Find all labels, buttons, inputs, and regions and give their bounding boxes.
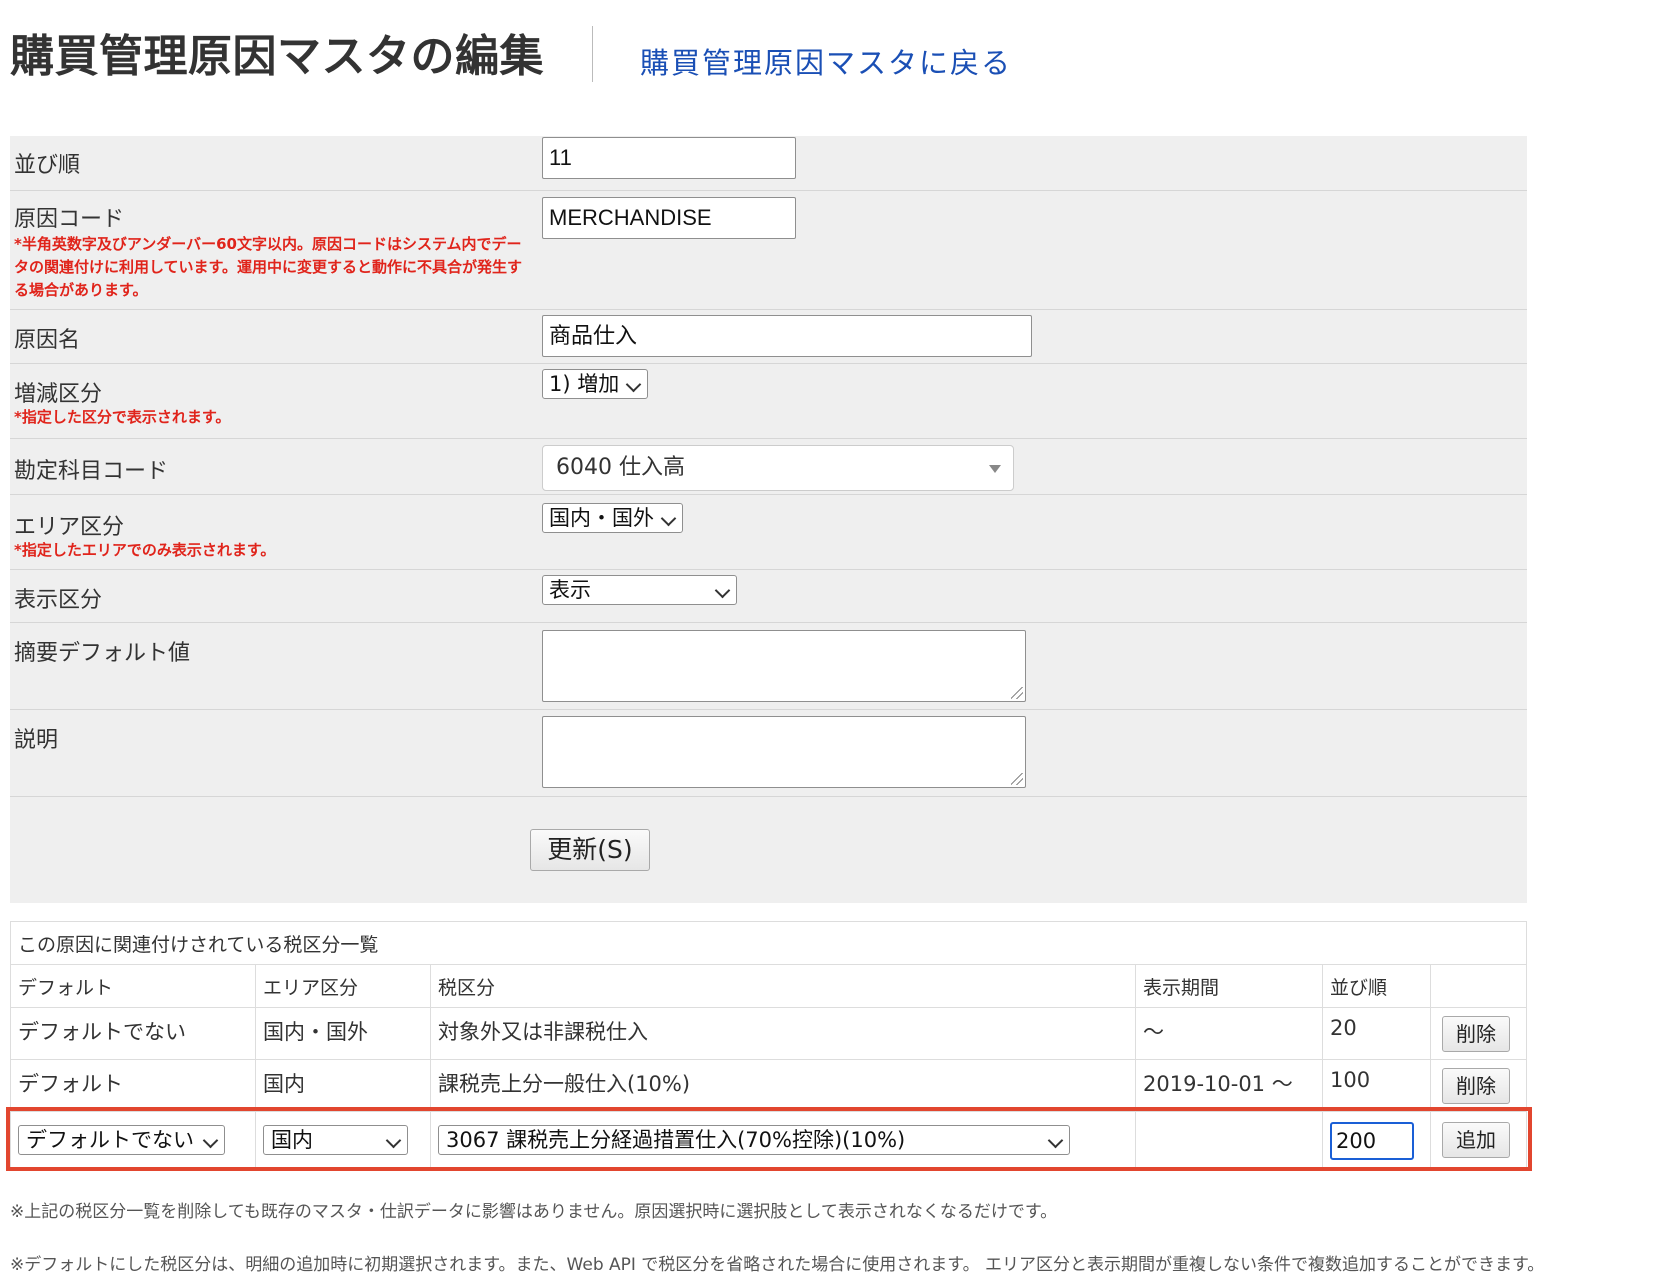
resize-grip-icon[interactable] — [1011, 773, 1023, 785]
summary-default-label: 摘要デフォルト値 — [14, 641, 191, 666]
description-label: 説明 — [14, 728, 59, 753]
change-type-value: 1) 増加 — [549, 372, 620, 396]
cell-period: 〜 — [1135, 1007, 1323, 1060]
area-label: エリア区分 — [14, 515, 125, 540]
cell-area: 国内・国外 — [255, 1007, 431, 1060]
reason-code-input[interactable]: MERCHANDISE — [542, 197, 796, 239]
cell-order: 20 — [1322, 1007, 1431, 1060]
account-code-value: 6040 仕入高 — [556, 455, 685, 480]
display-select[interactable]: 表示 — [542, 575, 737, 605]
footnote-default: ※デフォルトにした税区分は、明細の追加時に初期選択されます。また、Web API… — [10, 1255, 1545, 1275]
cell-tax: 課税売上分一般仕入(10%) — [430, 1059, 1136, 1112]
delete-button[interactable]: 削除 — [1442, 1016, 1510, 1052]
edit-form: 並び順 11 原因コード *半角英数字及びアンダーバー60文字以内。原因コードは… — [10, 136, 1527, 903]
account-code-label: 勘定科目コード — [14, 459, 169, 484]
change-type-label: 増減区分 — [14, 382, 103, 407]
row-reason-code: 原因コード *半角英数字及びアンダーバー60文字以内。原因コードはシステム内でデ… — [10, 191, 1527, 310]
chevron-down-icon — [625, 376, 642, 393]
cell-order: 100 — [1322, 1059, 1431, 1112]
cell-default: デフォルトでない — [10, 1007, 256, 1060]
row-display: 表示区分 表示 — [10, 570, 1527, 623]
table-header-row: デフォルト エリア区分 税区分 表示期間 並び順 — [10, 964, 1527, 1008]
header-divider — [592, 26, 593, 82]
row-summary-default: 摘要デフォルト値 — [10, 623, 1527, 710]
col-header-default: デフォルト — [10, 964, 256, 1008]
row-description: 説明 — [10, 710, 1527, 797]
sort-order-label: 並び順 — [14, 153, 81, 178]
page-title: 購買管理原因マスタの編集 — [10, 31, 544, 82]
account-code-combobox[interactable]: 6040 仕入高 — [542, 445, 1014, 491]
row-change-type: 増減区分 *指定した区分で表示されます。 1) 増加 — [10, 364, 1527, 439]
change-type-note: *指定した区分で表示されます。 — [14, 408, 231, 426]
col-header-period: 表示期間 — [1135, 964, 1323, 1008]
cell-default: デフォルト — [10, 1059, 256, 1112]
back-to-list-link[interactable]: 購買管理原因マスタに戻る — [640, 40, 1012, 82]
cell-tax: 対象外又は非課税仕入 — [430, 1007, 1136, 1060]
row-area: エリア区分 *指定したエリアでのみ表示されます。 国内・国外 — [10, 495, 1527, 570]
summary-default-textarea[interactable] — [542, 630, 1026, 702]
table-caption-row: この原因に関連付けされている税区分一覧 — [10, 921, 1527, 965]
row-reason-name: 原因名 商品仕入 — [10, 310, 1527, 364]
reason-name-label: 原因名 — [14, 328, 81, 353]
cell-period: 2019-10-01 〜 — [1135, 1059, 1323, 1112]
footnote-delete: ※上記の税区分一覧を削除しても既存のマスタ・仕訳データに影響はありません。原因選… — [10, 1202, 1058, 1222]
display-label: 表示区分 — [14, 588, 103, 613]
table-row: デフォルト 国内 課税売上分一般仕入(10%) 2019-10-01 〜 100… — [10, 1059, 1527, 1112]
delete-button[interactable]: 削除 — [1442, 1068, 1510, 1104]
cell-area: 国内 — [255, 1059, 431, 1112]
reason-code-label: 原因コード — [14, 207, 125, 232]
area-note: *指定したエリアでのみ表示されます。 — [14, 541, 276, 559]
col-header-order: 並び順 — [1322, 964, 1431, 1008]
page-header: 購買管理原因マスタの編集 — [10, 22, 544, 82]
chevron-down-icon — [714, 582, 731, 599]
cell-action: 削除 — [1430, 1007, 1527, 1060]
description-textarea[interactable] — [542, 716, 1026, 788]
col-header-action — [1430, 964, 1527, 1008]
col-header-tax: 税区分 — [430, 964, 1136, 1008]
cell-action: 削除 — [1430, 1059, 1527, 1112]
new-row-highlight — [6, 1107, 1532, 1171]
resize-grip-icon[interactable] — [1011, 687, 1023, 699]
area-value: 国内・国外 — [549, 506, 654, 530]
reason-code-note: *半角英数字及びアンダーバー60文字以内。原因コードはシステム内でデータの関連付… — [14, 235, 523, 299]
row-sort-order: 並び順 11 — [10, 136, 1527, 191]
area-select[interactable]: 国内・国外 — [542, 503, 683, 533]
update-button[interactable]: 更新(S) — [530, 829, 650, 871]
sort-order-input[interactable]: 11 — [542, 137, 796, 179]
reason-name-input[interactable]: 商品仕入 — [542, 315, 1032, 357]
col-header-area: エリア区分 — [255, 964, 431, 1008]
row-submit: 更新(S) — [10, 797, 1527, 903]
change-type-select[interactable]: 1) 増加 — [542, 369, 649, 399]
row-account-code: 勘定科目コード 6040 仕入高 — [10, 439, 1527, 495]
table-row: デフォルトでない 国内・国外 対象外又は非課税仕入 〜 20 削除 — [10, 1007, 1527, 1060]
chevron-down-icon — [660, 510, 677, 527]
dropdown-arrow-icon — [989, 465, 1001, 473]
display-value: 表示 — [549, 578, 591, 602]
table-caption: この原因に関連付けされている税区分一覧 — [10, 921, 1527, 965]
